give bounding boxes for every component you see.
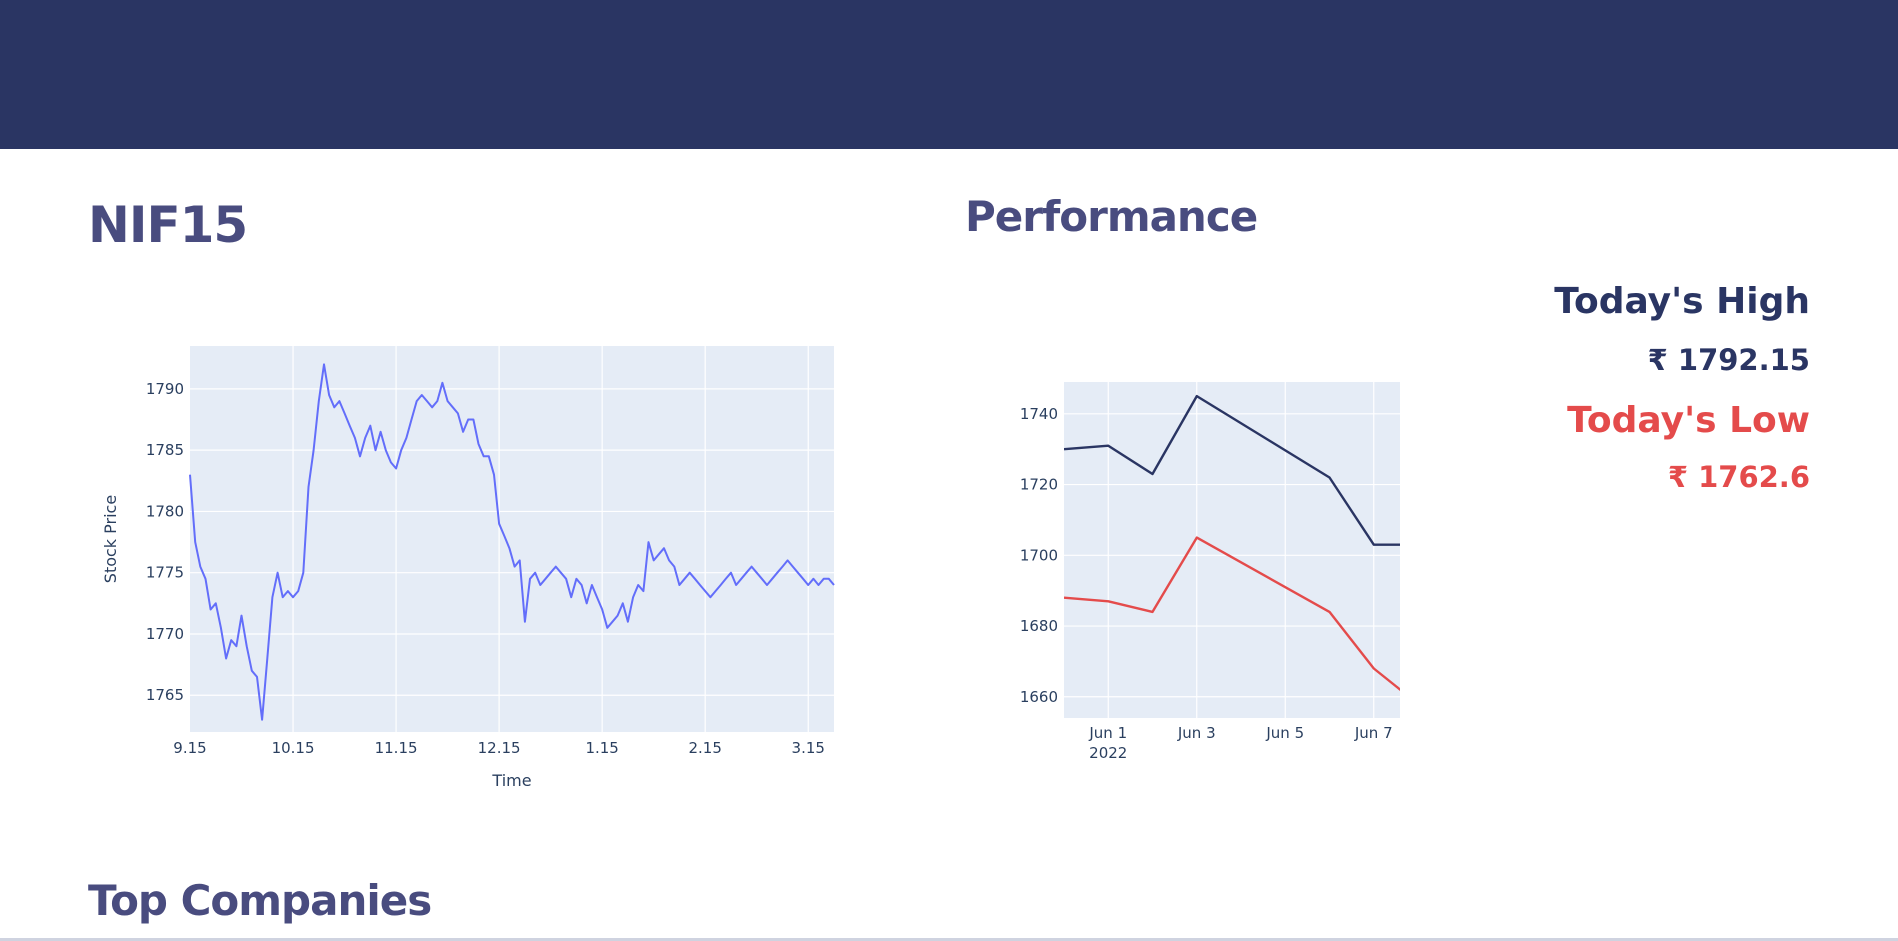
x-tick-label: 2.15 [688,739,721,757]
x-tick-label: 3.15 [792,739,825,757]
x-tick-label: 1.15 [585,739,618,757]
performance-title: Performance [965,192,1258,241]
x-tick-label: 10.15 [272,739,315,757]
y-tick-label: 1660 [1020,688,1058,706]
x-tick-label: 12.15 [478,739,521,757]
x-tick-label: Jun 1 [1088,724,1127,742]
y-tick-label: 1785 [146,441,184,459]
y-tick-label: 1780 [146,502,184,520]
x-tick-label: 11.15 [375,739,418,757]
todays-high-label: Today's High [1554,281,1810,322]
x-axis-title: Time [491,771,531,790]
y-tick-label: 1680 [1020,617,1058,635]
y-axis-title: Stock Price [101,495,120,583]
y-tick-label: 1740 [1020,405,1058,423]
intraday-price-chart[interactable]: 9.15 10.15 11.15 12.15 1.15 2.15 3.15 1765 1770 1… [90,330,850,810]
x-tick-label: Jun 7 [1354,724,1393,742]
x-tick-label: Jun 5 [1265,724,1304,742]
plot-area [1064,382,1400,718]
x-tick-year-label: 2022 [1089,744,1127,762]
plot-area [190,346,834,732]
top-navigation-bar [0,0,1898,149]
ticker-symbol: NIF15 [88,196,248,254]
performance-chart[interactable]: Jun 1 2022 Jun 3 Jun 5 Jun 7 1660 1680 1700 1720… [1000,362,1400,782]
x-tick-label: 9.15 [173,739,206,757]
todays-low-value: ₹ 1762.6 [1667,460,1810,494]
y-tick-label: 1770 [146,625,184,643]
y-tick-label: 1720 [1020,476,1058,494]
x-tick-label: Jun 3 [1177,724,1216,742]
top-companies-title: Top Companies [88,876,432,925]
y-tick-label: 1790 [146,380,184,398]
y-tick-label: 1700 [1020,546,1058,564]
todays-high-value: ₹ 1792.15 [1647,343,1810,377]
y-tick-label: 1765 [146,686,184,704]
y-tick-label: 1775 [146,564,184,582]
todays-low-label: Today's Low [1567,400,1810,441]
